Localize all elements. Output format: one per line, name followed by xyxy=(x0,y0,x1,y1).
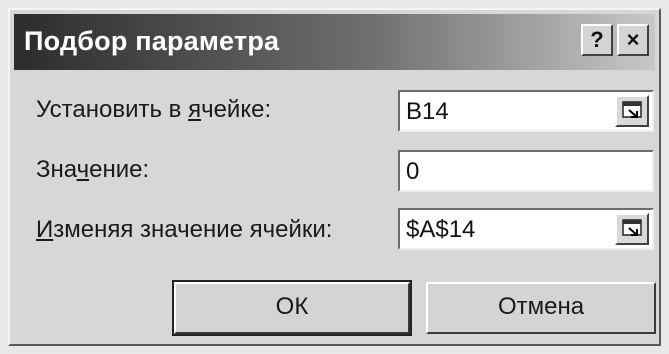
changing-cell-label-accel: И xyxy=(36,216,54,243)
set-cell-input[interactable]: B14 xyxy=(398,90,654,132)
to-value-value[interactable]: 0 xyxy=(406,158,419,186)
cancel-button[interactable]: Отмена xyxy=(426,282,656,334)
changing-cell-label-text-end: зменяя значение ячейки: xyxy=(53,216,333,243)
changing-cell-value[interactable]: $A$14 xyxy=(406,216,475,244)
dialog-title: Подбор параметра xyxy=(24,26,280,56)
changing-cell-range-picker-button[interactable] xyxy=(615,213,649,245)
goal-seek-dialog: Подбор параметра ? × Установить в ячейке… xyxy=(8,8,661,346)
set-cell-range-picker-button[interactable] xyxy=(615,95,649,127)
close-button[interactable]: × xyxy=(617,24,649,56)
title-bar[interactable]: Подбор параметра ? × xyxy=(14,14,655,70)
set-cell-label-text-end: чейке: xyxy=(201,96,272,123)
set-cell-label: Установить в ячейке: xyxy=(36,96,271,124)
collapse-dialog-icon xyxy=(622,219,642,236)
changing-cell-input[interactable]: $A$14 xyxy=(398,208,654,250)
collapse-dialog-icon xyxy=(622,101,642,118)
set-cell-label-text: Установить в xyxy=(36,96,189,123)
help-button[interactable]: ? xyxy=(581,24,613,56)
ok-button[interactable]: ОК xyxy=(172,280,412,336)
to-value-label: Значение: xyxy=(36,156,149,184)
to-value-input[interactable]: 0 xyxy=(398,150,654,192)
to-value-label-text-end: ение: xyxy=(89,156,150,183)
set-cell-label-accel: я xyxy=(188,96,202,123)
set-cell-value[interactable]: B14 xyxy=(406,98,449,126)
changing-cell-label: Изменяя значение ячейки: xyxy=(36,216,332,244)
to-value-label-text: Зна xyxy=(36,156,77,183)
to-value-label-accel: ч xyxy=(76,156,90,183)
